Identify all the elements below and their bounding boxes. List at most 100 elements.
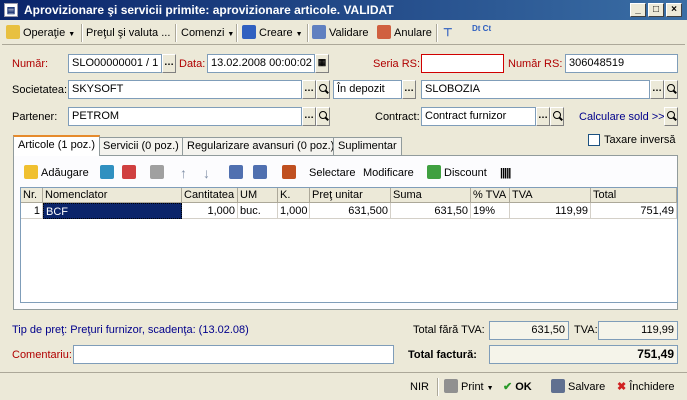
creare-menu-button[interactable]: Creare ▼	[242, 24, 303, 42]
column-header[interactable]: Preţ unitar	[310, 188, 391, 203]
pretul-valuta-button[interactable]: Preţul şi valuta ...	[86, 24, 170, 42]
move-down-button[interactable]: ↓	[203, 164, 210, 182]
calculare-sold-link[interactable]: Calculare sold >>	[579, 108, 665, 126]
barcode-button[interactable]: |||||	[500, 164, 511, 182]
contract-lookup-button[interactable]: …	[536, 107, 550, 126]
table-cell-suma[interactable]: 631,50	[391, 203, 471, 219]
data-field[interactable]: 13.02.2008 00:00:02	[207, 54, 315, 73]
table-cell-tva-percent[interactable]: 19%	[471, 203, 510, 219]
anulare-button[interactable]: Anulare	[377, 24, 432, 42]
move-up-button[interactable]: ↑	[180, 164, 187, 182]
tab-suplimentar[interactable]: Suplimentar	[333, 137, 402, 155]
taxare-inversa-checkbox[interactable]	[588, 134, 600, 146]
societatea-lookup-button[interactable]: …	[302, 80, 316, 99]
insert-row-icon	[100, 165, 114, 179]
partener-lookup-button[interactable]: …	[302, 107, 316, 126]
maximize-button[interactable]: □	[648, 3, 664, 17]
edit-icon	[6, 25, 20, 39]
selectare-button[interactable]: Selectare	[309, 164, 355, 182]
tab-servicii[interactable]: Servicii (0 poz.)	[98, 137, 184, 155]
modificare-button[interactable]: Modificare	[363, 164, 414, 182]
numar-field[interactable]: SLO00000001 / 1	[68, 54, 162, 73]
column-header[interactable]: Cantitatea	[182, 188, 238, 203]
anulare-label: Anulare	[394, 27, 432, 39]
ok-button[interactable]: ✔ OK	[503, 378, 532, 396]
book-button[interactable]	[282, 164, 299, 182]
filter-button[interactable]: ⊤	[443, 24, 453, 42]
column-header[interactable]: Total	[591, 188, 677, 203]
depozit-type-field[interactable]: În depozit	[333, 80, 402, 99]
partener-field[interactable]: PETROM	[68, 107, 302, 126]
table-cell-total[interactable]: 751,49	[591, 203, 677, 219]
operatie-label: Operaţie	[23, 27, 66, 39]
print-label: Print	[461, 381, 484, 393]
depozit-lookup-button[interactable]: …	[650, 80, 664, 99]
column-header[interactable]: Nomenclator	[43, 188, 182, 203]
column-header[interactable]: Nr.	[21, 188, 43, 203]
save-icon	[551, 379, 565, 393]
table-cell-nomenclator[interactable]: BCF	[43, 203, 182, 219]
search-icon[interactable]	[664, 80, 678, 99]
close-button[interactable]: ×	[666, 3, 682, 17]
inchidere-button[interactable]: ✖ Închidere	[617, 378, 674, 396]
salvare-button[interactable]: Salvare	[551, 378, 605, 396]
numar-lookup-button[interactable]: …	[162, 54, 176, 73]
societatea-field[interactable]: SKYSOFT	[68, 80, 302, 99]
copy-icon	[150, 165, 164, 179]
depozit-type-lookup-button[interactable]: …	[402, 80, 416, 99]
depozit-field[interactable]: SLOBOZIA	[421, 80, 650, 99]
tab-articole[interactable]: Articole (1 poz.)	[13, 135, 101, 156]
barcode-icon: |||||	[500, 167, 511, 179]
articles-grid[interactable]: Nr. Nomenclator Cantitatea UM K. Preţ un…	[20, 187, 678, 303]
pretul-label: Preţul şi valuta ...	[86, 27, 171, 39]
title-bar: ▤ Aprovizionare şi servicii primite: apr…	[0, 0, 687, 20]
nir-button[interactable]: NIR	[410, 378, 429, 396]
contract-field[interactable]: Contract furnizor	[421, 107, 536, 126]
search-icon[interactable]	[316, 80, 330, 99]
comentariu-field[interactable]	[73, 345, 394, 364]
table-cell-tva[interactable]: 119,99	[510, 203, 591, 219]
adaugare-button[interactable]: Adăugare	[24, 164, 89, 182]
validare-button[interactable]: Validare	[312, 24, 369, 42]
calendar-icon[interactable]: ▦	[315, 54, 329, 73]
operatie-menu-button[interactable]: Operaţie ▼	[6, 24, 75, 42]
column-header[interactable]: Suma	[391, 188, 471, 203]
search-icon[interactable]	[550, 107, 564, 126]
chevron-down-icon: ▼	[68, 31, 76, 38]
numar-rs-field[interactable]: 306048519	[565, 54, 678, 73]
seria-rs-field[interactable]	[421, 54, 504, 73]
sort-asc-button[interactable]	[229, 164, 246, 182]
status-separator	[437, 378, 439, 396]
search-icon[interactable]	[316, 107, 330, 126]
table-cell-k[interactable]: 1,000	[278, 203, 310, 219]
numar-rs-label: Număr RS:	[508, 58, 563, 70]
search-icon[interactable]	[664, 107, 678, 126]
insert-row-button[interactable]	[100, 164, 117, 182]
selectare-label: Selectare	[309, 167, 356, 179]
copy-button[interactable]	[150, 164, 167, 182]
minimize-button[interactable]: _	[630, 3, 646, 17]
table-cell-nr: 1	[21, 203, 43, 219]
seria-rs-label: Seria RS:	[373, 58, 421, 70]
toolbar-separator	[175, 24, 177, 42]
comenzi-menu-button[interactable]: Comenzi ▼	[181, 24, 234, 42]
print-menu-button[interactable]: Print ▼	[444, 378, 494, 396]
column-header[interactable]: % TVA	[471, 188, 510, 203]
table-cell-um[interactable]: buc.	[238, 203, 278, 219]
dtct-label: Dt Ct	[472, 24, 492, 33]
inchidere-label: Închidere	[629, 381, 675, 393]
validare-label: Validare	[329, 27, 369, 39]
column-header[interactable]: TVA	[510, 188, 591, 203]
column-header[interactable]: K.	[278, 188, 310, 203]
nir-label: NIR	[410, 381, 429, 393]
toolbar-separator	[307, 24, 309, 42]
column-header[interactable]: UM	[238, 188, 278, 203]
tab-regularizare-avansuri[interactable]: Regularizare avansuri (0 poz.)	[182, 137, 340, 155]
taxare-inversa-label: Taxare inversă	[604, 134, 676, 146]
table-cell-cantitatea[interactable]: 1,000	[182, 203, 238, 219]
sort-desc-button[interactable]	[253, 164, 270, 182]
discount-button[interactable]: Discount	[427, 164, 487, 182]
dtct-button[interactable]: Dt Ct	[472, 25, 491, 43]
delete-row-button[interactable]	[122, 164, 139, 182]
table-cell-pret-unitar[interactable]: 631,500	[310, 203, 391, 219]
